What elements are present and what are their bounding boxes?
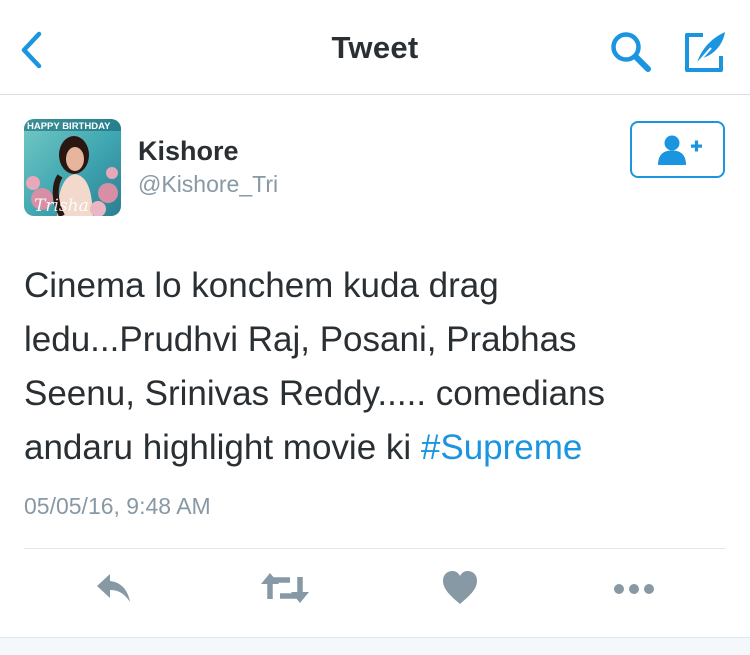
avatar[interactable]: HAPPY BIRTHDAY Trisha: [24, 119, 121, 216]
tweet-text-line: ledu...Prudhvi Raj, Posani, Prabhas: [24, 320, 577, 359]
navigation-bar: Tweet: [0, 0, 750, 95]
author-name[interactable]: Kishore: [138, 136, 239, 167]
tweet-text-line: andaru highlight movie ki #Supreme: [24, 421, 724, 475]
tweet-text-line: Seenu, Srinivas Reddy..... comedians: [24, 374, 606, 413]
hashtag-link[interactable]: #Supreme: [421, 428, 582, 467]
avatar-signature: Trisha: [34, 196, 89, 216]
compose-button[interactable]: [681, 28, 729, 74]
reply-bar: [0, 637, 750, 655]
retweet-button[interactable]: [255, 568, 315, 614]
reply-icon: [97, 574, 130, 602]
compose-icon: [685, 32, 725, 72]
author-handle[interactable]: @Kishore_Tri: [138, 171, 278, 198]
retweet-icon: [261, 573, 309, 603]
divider: [24, 548, 726, 549]
search-button[interactable]: [608, 30, 656, 74]
tweet-text-line: Cinema lo konchem kuda drag: [24, 266, 499, 305]
search-icon: [611, 32, 651, 72]
avatar-caption: HAPPY BIRTHDAY: [27, 121, 111, 132]
follow-button[interactable]: [630, 121, 725, 178]
more-dots-icon: [614, 584, 654, 594]
tweet-text-segment: andaru highlight movie ki: [24, 428, 421, 467]
more-button[interactable]: [604, 568, 664, 614]
like-button[interactable]: [430, 568, 490, 614]
tweet-text: Cinema lo konchem kuda drag ledu...Prudh…: [24, 259, 724, 475]
reply-button[interactable]: [84, 568, 144, 614]
add-user-icon: [658, 135, 702, 165]
tweet-timestamp: 05/05/16, 9:48 AM: [24, 493, 211, 519]
heart-icon: [443, 571, 477, 604]
